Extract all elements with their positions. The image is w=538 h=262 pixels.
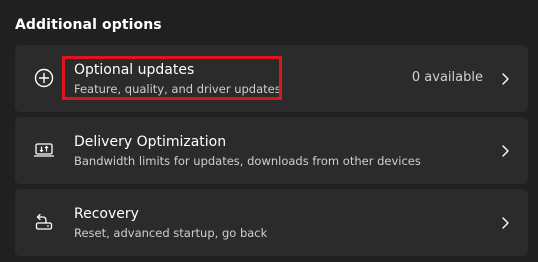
optional-updates-subtitle: Feature, quality, and driver updates (74, 82, 281, 96)
optional-updates-count: 0 available (411, 70, 483, 85)
recovery-card[interactable]: Recovery Reset, advanced startup, go bac… (15, 189, 528, 256)
recovery-icon (33, 211, 55, 233)
recovery-subtitle: Reset, advanced startup, go back (74, 226, 268, 240)
delivery-optimization-text: Delivery Optimization Bandwidth limits f… (74, 133, 421, 169)
optional-updates-title: Optional updates (74, 62, 195, 78)
delivery-optimization-subtitle: Bandwidth limits for updates, downloads … (74, 154, 421, 168)
chevron-right-icon (500, 215, 510, 229)
delivery-optimization-icon (33, 139, 55, 161)
plus-circle-icon (33, 67, 55, 89)
section-title: Additional options (15, 17, 162, 33)
delivery-optimization-card[interactable]: Delivery Optimization Bandwidth limits f… (15, 117, 528, 184)
recovery-text: Recovery Reset, advanced startup, go bac… (74, 205, 267, 241)
chevron-right-icon (500, 71, 510, 85)
delivery-optimization-title: Delivery Optimization (74, 134, 227, 150)
optional-updates-card[interactable]: Optional updates Feature, quality, and d… (15, 45, 528, 112)
optional-updates-text: Optional updates Feature, quality, and d… (74, 61, 281, 97)
chevron-right-icon (500, 143, 510, 157)
recovery-title: Recovery (74, 206, 139, 222)
